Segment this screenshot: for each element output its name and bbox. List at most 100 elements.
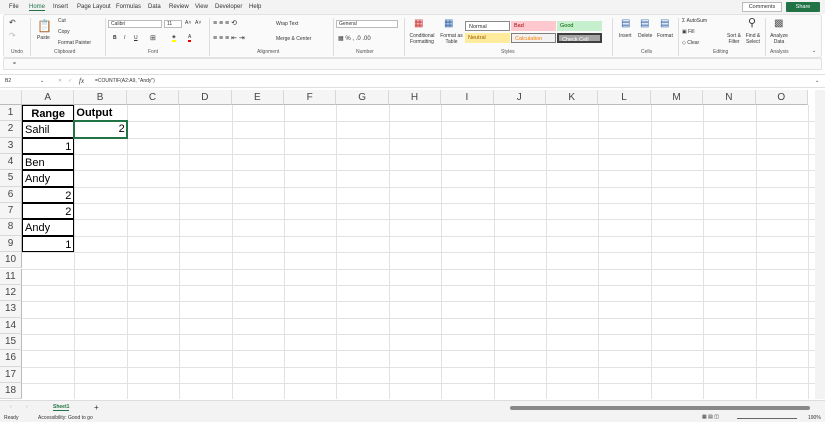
- cell-A2[interactable]: Sahil: [22, 121, 75, 138]
- fill-button[interactable]: ▣ Fill: [682, 29, 695, 35]
- row-header-16[interactable]: 16: [0, 350, 22, 367]
- menu-review[interactable]: Review: [169, 4, 189, 10]
- row-header-3[interactable]: 3: [0, 137, 22, 155]
- insert-button[interactable]: Insert: [619, 33, 632, 39]
- format-table-icon[interactable]: ▦: [444, 18, 453, 29]
- zoom-slider[interactable]: [737, 418, 797, 419]
- column-header-E[interactable]: E: [231, 90, 284, 105]
- row-header-6[interactable]: 6: [0, 186, 22, 204]
- column-header-A[interactable]: A: [22, 90, 75, 105]
- conditional-formatting-button[interactable]: Conditional Formatting: [406, 33, 438, 45]
- formula-input[interactable]: =COUNTIF(A2:A9, "Andy"): [95, 78, 805, 84]
- number-format-icons[interactable]: ▦ % , .0 .00: [338, 35, 371, 42]
- add-sheet-icon[interactable]: +: [94, 403, 99, 412]
- column-header-F[interactable]: F: [284, 90, 337, 105]
- borders-icon[interactable]: ⊞: [150, 34, 156, 42]
- autosum-button[interactable]: Σ AutoSum: [682, 18, 707, 24]
- delete-cells-icon[interactable]: ▤: [640, 18, 649, 29]
- decrease-font-icon[interactable]: A˅: [195, 20, 201, 26]
- view-buttons[interactable]: ▦ ▤ ◫: [702, 414, 719, 420]
- prev-sheet-icon[interactable]: ‹: [10, 404, 12, 410]
- wrap-text-button[interactable]: Wrap Text: [276, 21, 298, 27]
- cell-A1[interactable]: Range: [22, 105, 75, 122]
- menu-data[interactable]: Data: [148, 4, 161, 10]
- style-neutral[interactable]: Neutral: [465, 33, 510, 43]
- clear-button[interactable]: ◇ Clear: [682, 40, 699, 46]
- name-box-dropdown-icon[interactable]: ⌄: [40, 78, 44, 84]
- cell-A5[interactable]: Andy: [22, 170, 75, 187]
- select-all-corner[interactable]: [0, 90, 22, 105]
- menu-developer[interactable]: Developer: [215, 4, 242, 10]
- column-header-C[interactable]: C: [126, 90, 180, 105]
- column-header-H[interactable]: H: [388, 90, 442, 105]
- row-header-2[interactable]: 2: [0, 121, 22, 138]
- style-normal[interactable]: Normal: [465, 21, 510, 31]
- increase-font-icon[interactable]: A˄: [185, 20, 191, 26]
- sort-filter-button[interactable]: Sort & Filter: [726, 33, 742, 45]
- row-header-9[interactable]: 9: [0, 235, 22, 253]
- column-header-L[interactable]: L: [598, 90, 651, 105]
- cell-B1[interactable]: Output: [74, 105, 126, 121]
- menu-formulas[interactable]: Formulas: [116, 4, 141, 10]
- cell-A4[interactable]: Ben: [22, 154, 75, 171]
- fill-color-icon[interactable]: ◈: [172, 34, 176, 42]
- style-bad[interactable]: Bad: [511, 21, 556, 31]
- name-box[interactable]: B2: [5, 78, 45, 84]
- sheet-tab-sheet1[interactable]: Sheet1: [53, 404, 70, 411]
- next-sheet-icon[interactable]: ›: [26, 404, 28, 410]
- column-header-M[interactable]: M: [650, 90, 704, 105]
- format-as-table-button[interactable]: Format as Table: [439, 33, 464, 45]
- horizontal-scrollbar[interactable]: [510, 406, 810, 410]
- format-button[interactable]: Format: [657, 33, 673, 39]
- cell-A7[interactable]: 2: [22, 203, 75, 220]
- style-calculation[interactable]: Calculation: [511, 33, 556, 43]
- analyze-data-button[interactable]: Analyze Data: [769, 33, 789, 45]
- row-header-10[interactable]: 10: [0, 252, 22, 269]
- align-top-icons[interactable]: ≡ ≡ ≡ ⟲: [213, 19, 237, 27]
- share-button[interactable]: Share: [786, 2, 820, 12]
- accessibility-status[interactable]: Accessibility: Good to go: [38, 415, 93, 421]
- bold-button[interactable]: B: [113, 35, 117, 41]
- vertical-scrollbar[interactable]: [815, 90, 825, 399]
- format-cells-icon[interactable]: ▤: [660, 18, 669, 29]
- find-select-button[interactable]: Find & Select: [744, 33, 762, 45]
- row-header-14[interactable]: 14: [0, 317, 22, 334]
- copy-button[interactable]: Copy: [58, 29, 70, 35]
- delete-button[interactable]: Delete: [638, 33, 652, 39]
- style-check-cell[interactable]: Check Cell: [557, 33, 602, 43]
- comments-button[interactable]: Comments: [742, 2, 782, 12]
- menu-file[interactable]: File: [9, 4, 19, 10]
- collapse-ribbon-icon[interactable]: ⌄: [812, 48, 816, 54]
- column-header-I[interactable]: I: [441, 90, 494, 105]
- insert-function-button[interactable]: fx: [79, 77, 84, 85]
- cell-A8[interactable]: Andy: [22, 219, 75, 236]
- menu-page-layout[interactable]: Page Layout: [77, 4, 111, 10]
- column-header-O[interactable]: O: [755, 90, 808, 105]
- style-good[interactable]: Good: [557, 21, 602, 31]
- row-header-7[interactable]: 7: [0, 203, 22, 220]
- column-header-G[interactable]: G: [336, 90, 389, 105]
- menu-home[interactable]: Home: [29, 4, 46, 11]
- menu-help[interactable]: Help: [249, 4, 261, 10]
- merge-center-button[interactable]: Merge & Center: [276, 36, 311, 42]
- number-format-select[interactable]: General: [336, 20, 398, 28]
- column-header-K[interactable]: K: [546, 90, 599, 105]
- row-header-1[interactable]: 1: [0, 105, 22, 122]
- column-header-J[interactable]: J: [493, 90, 546, 105]
- cell-A6[interactable]: 2: [22, 186, 75, 204]
- cancel-icon[interactable]: ✕: [58, 78, 62, 84]
- italic-button[interactable]: I: [124, 35, 125, 41]
- row-header-5[interactable]: 5: [0, 170, 22, 187]
- font-size-select[interactable]: 11: [164, 20, 182, 28]
- cell-A9[interactable]: 1: [22, 235, 75, 253]
- font-color-icon[interactable]: A: [188, 34, 192, 42]
- column-header-N[interactable]: N: [703, 90, 756, 105]
- paste-button[interactable]: Paste: [37, 35, 50, 41]
- menu-insert[interactable]: Insert: [53, 4, 68, 10]
- menu-view[interactable]: View: [195, 4, 208, 10]
- conditional-formatting-icon[interactable]: ▦: [414, 18, 423, 29]
- row-header-13[interactable]: 13: [0, 301, 22, 318]
- undo-icon[interactable]: ↶: [9, 18, 16, 27]
- column-header-D[interactable]: D: [179, 90, 232, 105]
- underline-button[interactable]: U: [134, 35, 138, 41]
